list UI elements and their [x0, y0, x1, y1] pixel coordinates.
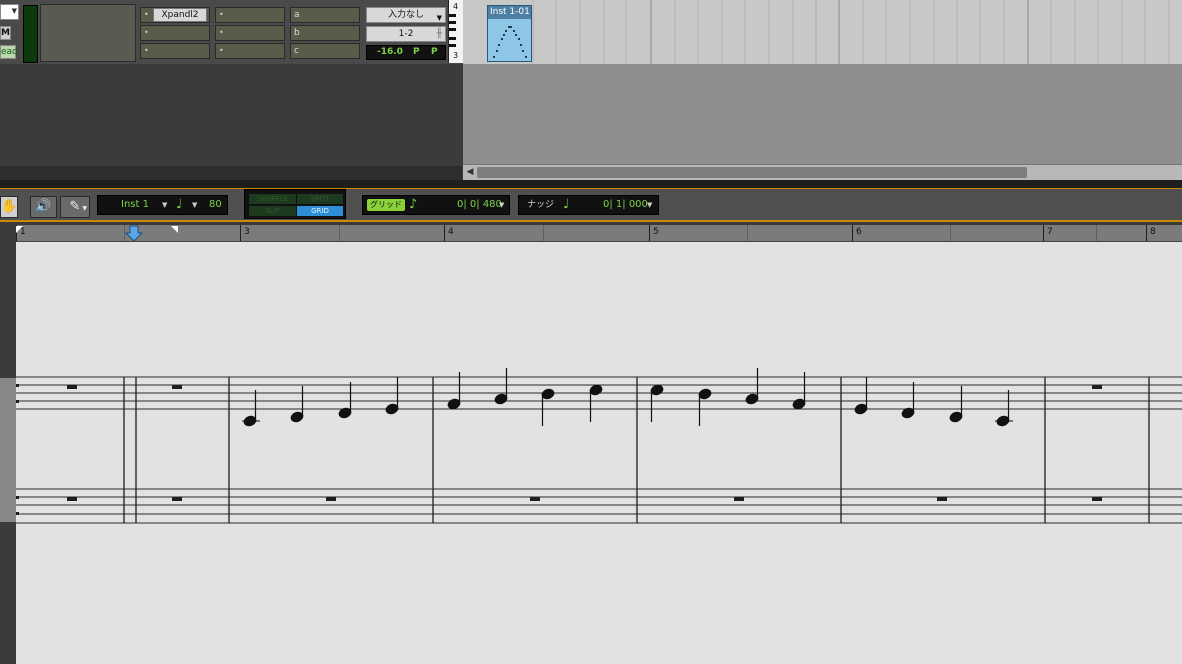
insert-dot-icon: •	[219, 46, 224, 55]
insert-dot-icon: •	[144, 10, 149, 19]
chevron-down-icon: ▼	[162, 201, 168, 209]
edit-mode-panel: SHUFFLE SPOT SLIP GRID	[244, 189, 346, 219]
loop-end-marker-icon[interactable]	[171, 226, 178, 233]
chevron-down-icon: ▼	[436, 14, 442, 22]
chevron-down-icon: ▼	[499, 201, 505, 209]
track-timeline[interactable]: Inst 1-01	[463, 0, 1182, 64]
output-label: 1-2	[398, 29, 414, 39]
grid-mode-button[interactable]: GRID	[297, 206, 343, 216]
bar-number-8: 8	[1150, 227, 1156, 237]
nudge-value-selector[interactable]: ナッジ ♩ 0| 1| 000 ▼	[518, 195, 659, 215]
insert-dot-icon: •	[219, 10, 224, 19]
send-slot-c[interactable]: c	[290, 43, 360, 59]
bar-number-6: 6	[856, 227, 862, 237]
hand-icon: ✋	[1, 199, 18, 214]
input-label: 入力なし	[387, 10, 424, 20]
level-meter	[23, 5, 38, 63]
timeline-empty-area	[463, 64, 1182, 164]
chevron-down-icon: ▼	[82, 205, 87, 212]
pencil-tool-button[interactable]: ✎ ▼	[60, 196, 90, 218]
treble-rests	[67, 385, 1102, 389]
insert-slot-a[interactable]: • Xpandl2	[140, 7, 210, 23]
eighth-note-icon: ♪	[409, 197, 418, 212]
horizontal-scrollbar[interactable]: ◀	[463, 164, 1182, 181]
window-divider[interactable]	[0, 180, 1182, 189]
automation-mode-button[interactable]: ead	[0, 45, 18, 59]
insert-dot-icon: •	[219, 28, 224, 37]
scrub-tool-button[interactable]: 🔊	[30, 196, 57, 218]
nudge-value: 0| 1| 000	[603, 199, 648, 210]
output-selector[interactable]: 1-2 ╫	[366, 26, 446, 42]
grid-label: グリッド	[367, 199, 405, 211]
track-select-dropdown[interactable]: ▼	[0, 4, 19, 20]
grid-value-selector[interactable]: グリッド ♪ 0| 0| 480 ▼	[362, 195, 510, 215]
clip-name-label: Inst 1-01	[488, 6, 531, 19]
spot-mode-button[interactable]: SPOT	[297, 194, 343, 204]
pan-right-value: P	[431, 47, 438, 57]
score-notation	[16, 368, 1182, 524]
barlines	[123, 377, 1150, 523]
mix-strip: ▼ M ead • Xpandl2 • • • • • a b c 入力なし ▼…	[0, 0, 463, 65]
comments-area	[40, 4, 136, 62]
bar-number-3: 3	[244, 227, 250, 237]
insert-dot-icon: •	[144, 28, 149, 37]
bar-number-4: 4	[448, 227, 454, 237]
bass-rests	[67, 497, 1102, 501]
send-slot-b[interactable]: b	[290, 25, 360, 41]
clip-notes	[493, 26, 527, 58]
score-toolbar: ✋ 🔊 ✎ ▼ Inst 1 ▼ ♩ ▼ 80 SHUFFLE SPOT SLI…	[0, 189, 1182, 222]
chevron-down-icon: ▼	[11, 7, 17, 15]
clef-marks	[16, 384, 19, 515]
keyboard-label-3: 3	[453, 51, 459, 60]
bar-number-7: 7	[1047, 227, 1053, 237]
loop-start-marker-icon[interactable]	[16, 226, 23, 233]
track-name: Inst 1	[121, 199, 149, 210]
keyboard-label-4: 4	[453, 2, 459, 11]
slip-mode-button[interactable]: SLIP	[249, 206, 296, 216]
track-selector[interactable]: Inst 1 ▼ ♩ ▼ 80	[97, 195, 228, 215]
piano-keyboard: 4 3	[448, 0, 463, 63]
edit-bottom-strip	[0, 166, 462, 180]
timeline-grid	[532, 0, 1170, 64]
insert-dot-icon: •	[144, 46, 149, 55]
bar-ruler[interactable]: 1 3 4 5 6 7 8	[16, 225, 1182, 242]
pencil-icon: ✎	[69, 199, 81, 214]
quarter-note-icon: ♩	[176, 197, 183, 212]
mute-button[interactable]: M	[0, 26, 11, 40]
insert-slot-b[interactable]: •	[140, 25, 210, 41]
bar-number-5: 5	[653, 227, 659, 237]
insert-slot-c[interactable]: •	[140, 43, 210, 59]
scrollbar-thumb[interactable]	[477, 167, 1027, 178]
shuffle-mode-button[interactable]: SHUFFLE	[249, 194, 296, 204]
quarter-note-icon: ♩	[563, 197, 570, 212]
send-slot-a[interactable]: a	[290, 7, 360, 23]
pan-left-value: P	[413, 47, 420, 57]
staff-selection-bar[interactable]	[0, 378, 16, 522]
grid-value: 0| 0| 480	[457, 199, 502, 210]
tempo-value: 80	[209, 199, 222, 210]
chevron-down-icon: ▼	[647, 201, 653, 209]
insert-slot-d[interactable]: •	[215, 7, 285, 23]
volume-value: -16.0	[377, 47, 403, 57]
link-icon: ╫	[436, 29, 442, 39]
scroll-left-icon[interactable]: ◀	[465, 167, 475, 178]
insert-slot-f[interactable]: •	[215, 43, 285, 59]
edit-empty-area	[0, 64, 462, 166]
insert-a-label: Xpandl2	[153, 8, 207, 22]
score-editor[interactable]	[16, 242, 1182, 664]
chevron-down-icon: ▼	[192, 201, 198, 209]
speaker-icon: 🔊	[35, 199, 52, 214]
grabber-tool-button[interactable]: ✋	[0, 196, 18, 218]
input-selector[interactable]: 入力なし ▼	[366, 7, 446, 23]
midi-clip[interactable]: Inst 1-01	[487, 5, 532, 62]
playhead-arrow-icon[interactable]	[124, 225, 144, 242]
volume-pan-display[interactable]: -16.0 P P	[366, 45, 446, 60]
bass-staff	[16, 488, 1182, 524]
nudge-label: ナッジ	[527, 200, 555, 210]
insert-slot-e[interactable]: •	[215, 25, 285, 41]
